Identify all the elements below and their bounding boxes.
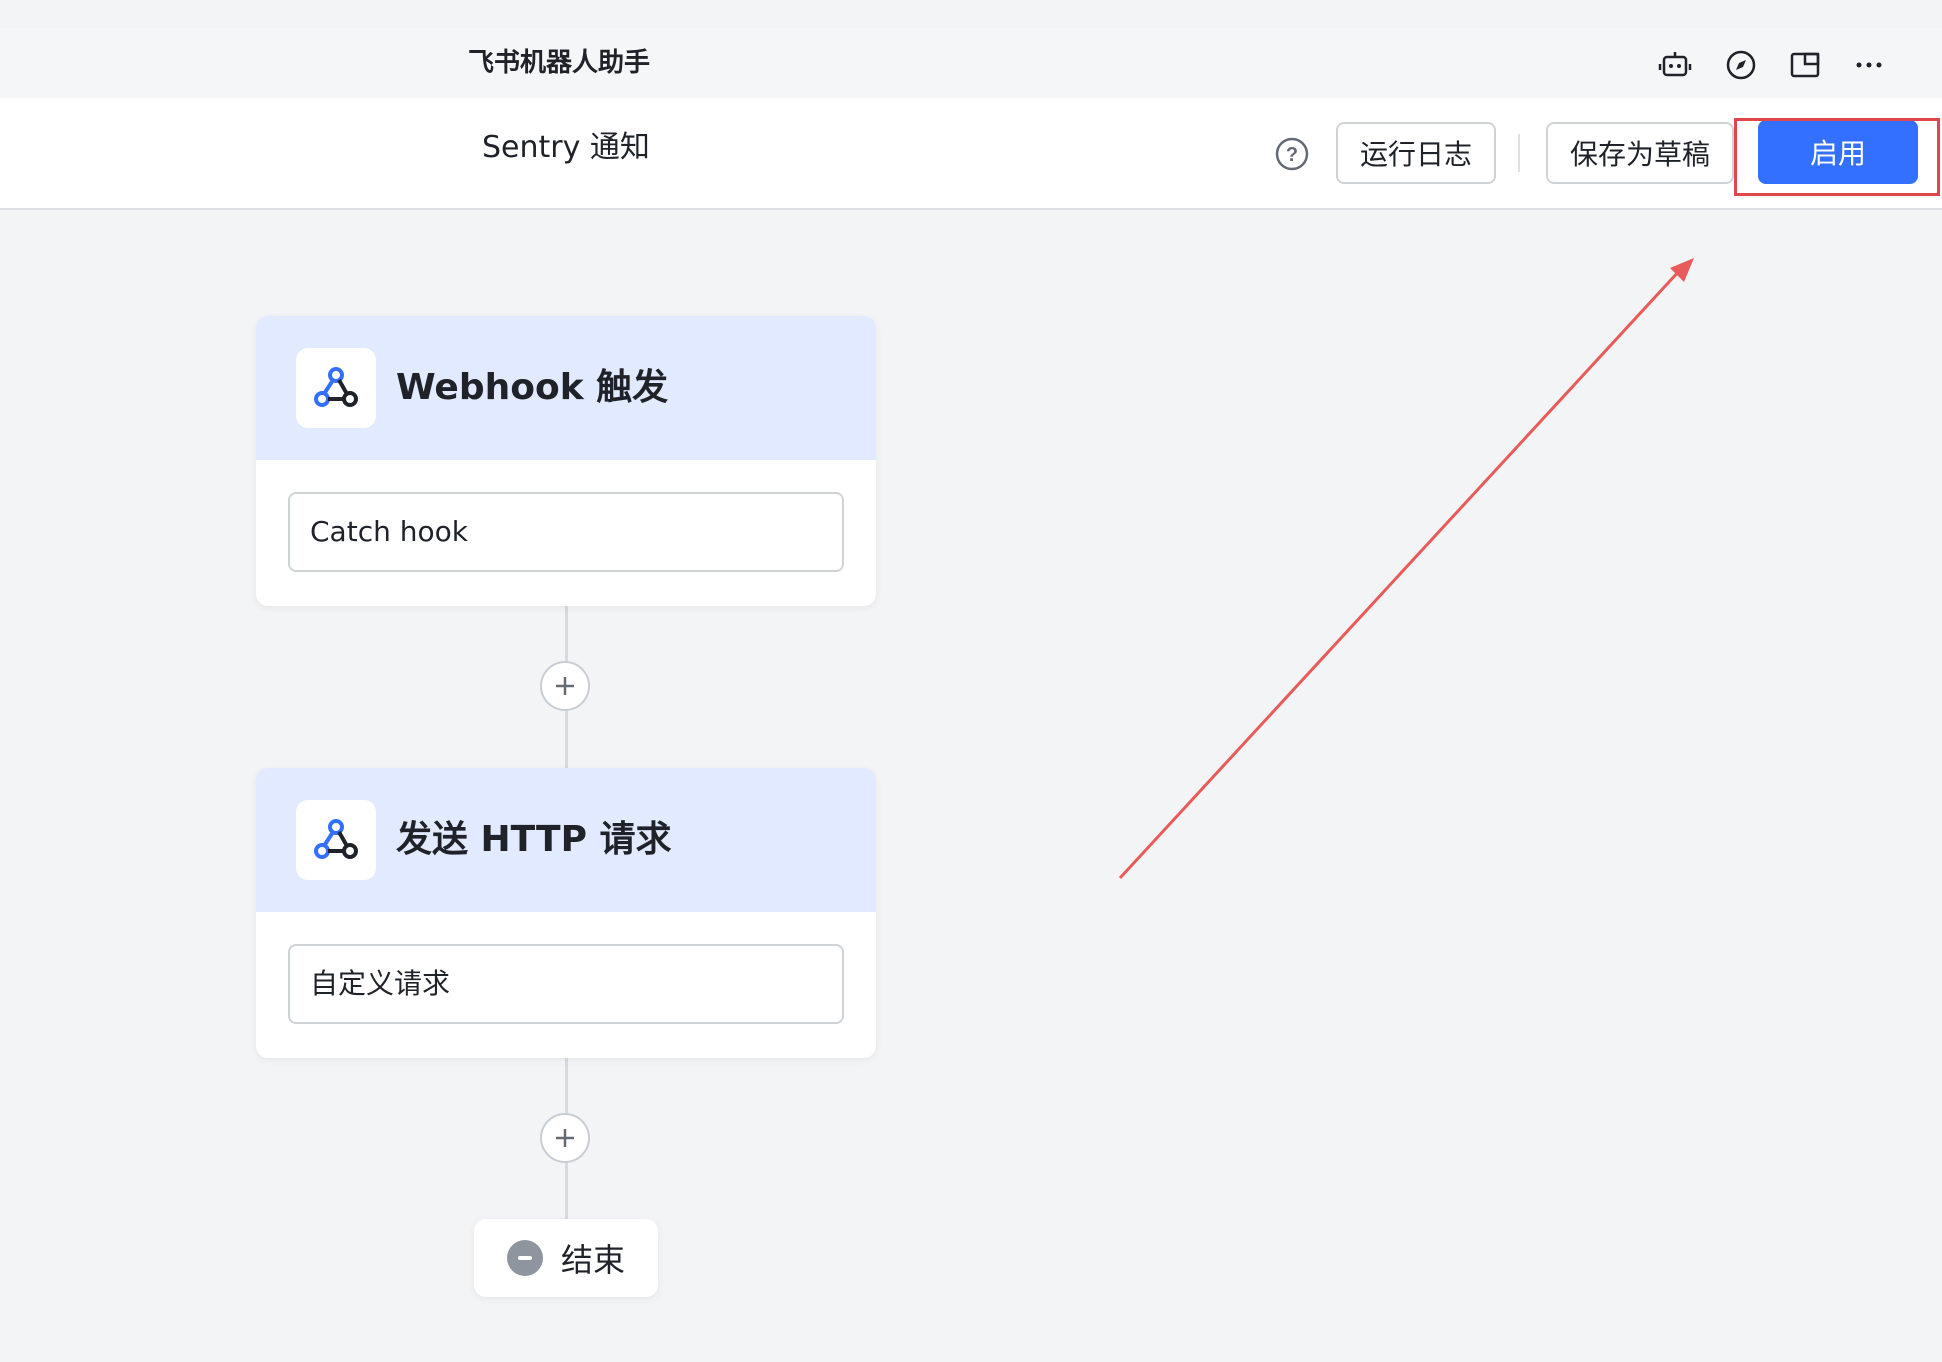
node-header: Webhook 触发: [256, 316, 876, 460]
plus-icon: [556, 677, 574, 695]
window-icon[interactable]: [1788, 48, 1822, 82]
node-action-field[interactable]: 自定义请求: [288, 944, 844, 1024]
run-log-button[interactable]: 运行日志: [1336, 122, 1496, 184]
app-header-bar: 飞书机器人助手: [0, 28, 1942, 98]
webhook-icon: [296, 348, 376, 428]
help-icon[interactable]: ?: [1274, 136, 1310, 172]
more-icon[interactable]: [1852, 48, 1886, 82]
flow-name: Sentry 通知: [482, 130, 650, 165]
node-title: 发送 HTTP 请求: [396, 819, 672, 860]
flow-toolbar: Sentry 通知 ? 运行日志 保存为草稿 启用: [0, 98, 1942, 210]
app-title: 飞书机器人助手: [468, 48, 651, 78]
node-header: 发送 HTTP 请求: [256, 768, 876, 912]
webhook-icon: [296, 800, 376, 880]
compass-icon[interactable]: [1724, 48, 1758, 82]
flow-end-node: 结束: [474, 1219, 658, 1297]
node-action-field[interactable]: Catch hook: [288, 492, 844, 572]
flow-node-webhook-trigger[interactable]: Webhook 触发 Catch hook: [256, 316, 876, 606]
toolbar-divider: [1518, 134, 1520, 172]
flow-node-http-request[interactable]: 发送 HTTP 请求 自定义请求: [256, 768, 876, 1058]
robot-icon[interactable]: [1658, 48, 1692, 82]
add-step-button[interactable]: [540, 1113, 590, 1163]
add-step-button[interactable]: [540, 661, 590, 711]
enable-button[interactable]: 启用: [1758, 120, 1918, 184]
node-title: Webhook 触发: [396, 367, 669, 408]
plus-icon: [556, 1129, 574, 1147]
save-draft-button[interactable]: 保存为草稿: [1546, 122, 1734, 184]
minus-circle-icon: [506, 1240, 543, 1276]
svg-text:?: ?: [1286, 144, 1298, 166]
end-label: 结束: [560, 1241, 625, 1279]
